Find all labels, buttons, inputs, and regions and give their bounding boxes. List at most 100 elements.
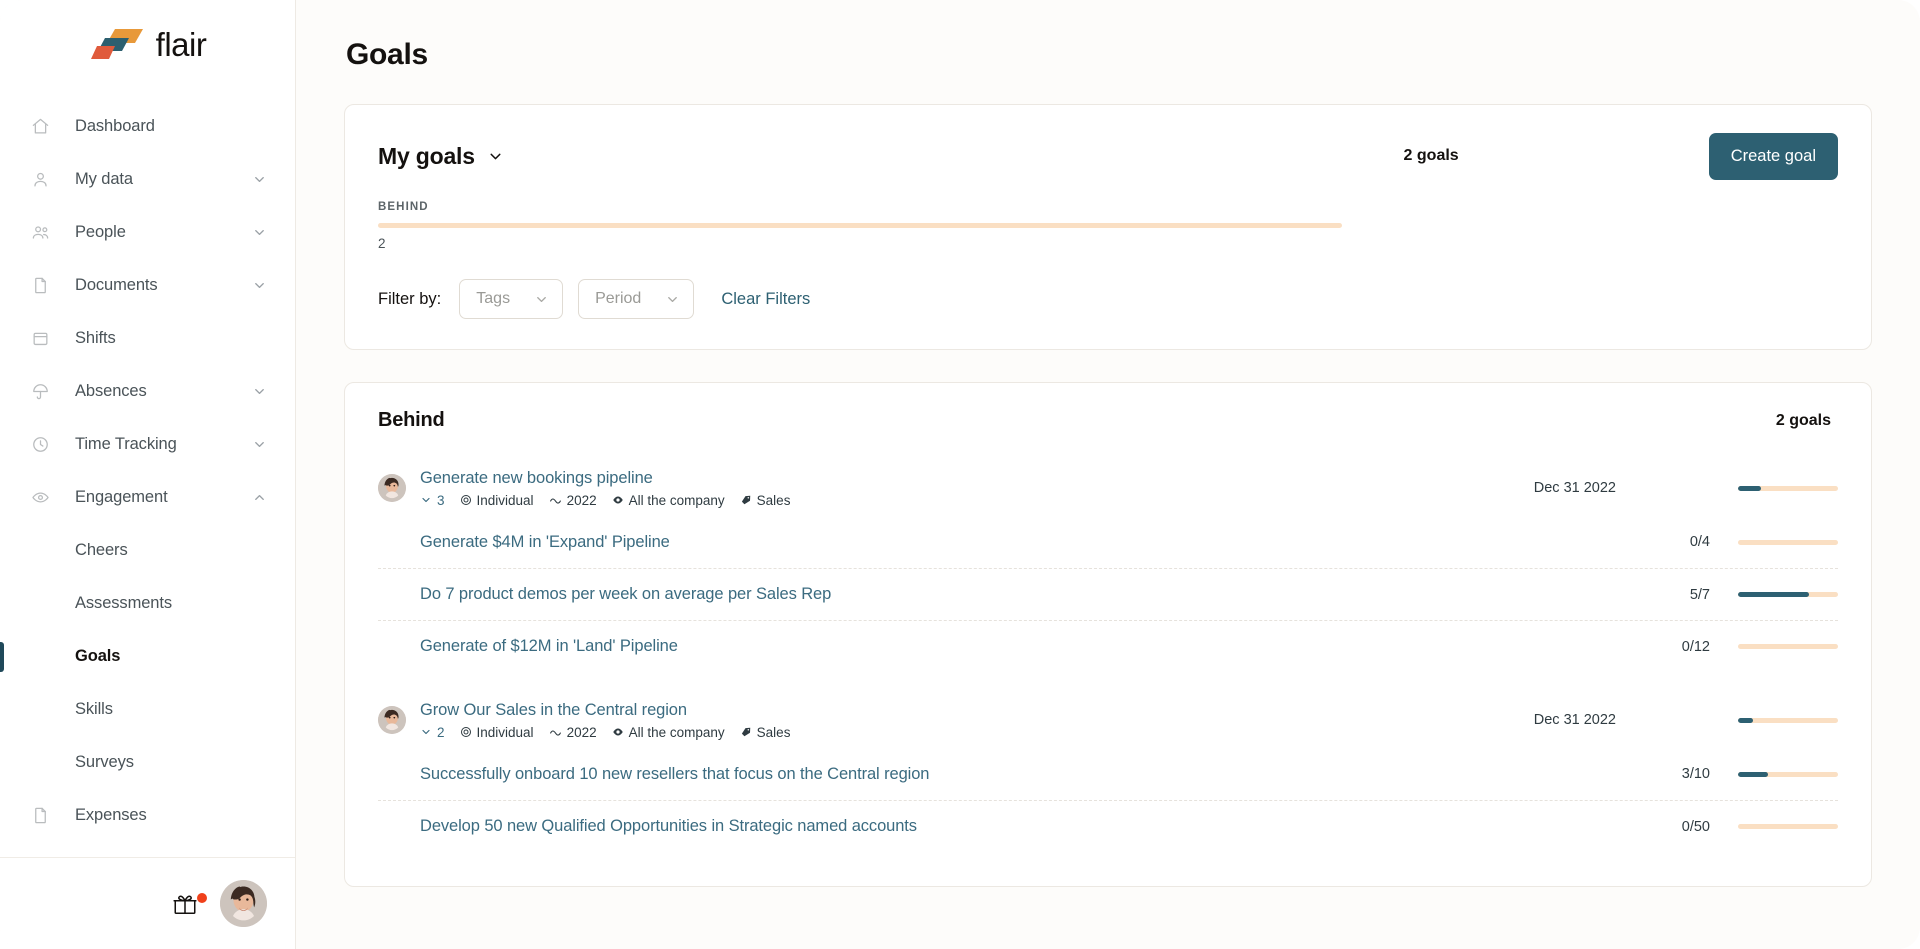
tag-icon [740, 494, 752, 506]
subgoal-progress-bar [1738, 539, 1838, 545]
eye-icon [612, 494, 624, 506]
chevron-down-icon[interactable] [252, 437, 267, 452]
wave-icon [549, 494, 562, 507]
goal-title[interactable]: Grow Our Sales in the Central region [420, 701, 1498, 720]
sidebar-item-documents[interactable]: Documents [0, 259, 295, 312]
tags-filter-select[interactable]: Tags [459, 279, 564, 319]
goal-period: 2022 [549, 493, 597, 508]
sidebar-item-label: Cheers [75, 541, 128, 559]
behind-stat-value: 2 [378, 236, 386, 251]
subgoal-progress-value: 0/4 [1689, 534, 1710, 550]
sidebar-item-label: My data [75, 170, 133, 188]
gift-icon[interactable] [172, 891, 207, 917]
user-avatar-image [220, 880, 267, 927]
subgoal-row[interactable]: Generate of $12M in 'Land' Pipeline 0/12 [378, 620, 1838, 672]
subgoal-row[interactable]: Do 7 product demos per week on average p… [378, 568, 1838, 620]
chevron-down-icon[interactable] [252, 384, 267, 399]
my-goals-dropdown[interactable]: My goals [378, 143, 504, 170]
sidebar-item-label: Shifts [75, 329, 116, 347]
subgoal-title[interactable]: Do 7 product demos per week on average p… [420, 585, 1498, 604]
avatar[interactable] [220, 880, 267, 927]
chevron-down-icon[interactable] [252, 225, 267, 240]
flair-logo-icon [90, 29, 143, 59]
goal-period-value: 2022 [566, 724, 597, 740]
goal-owner-type-value: Individual [476, 492, 534, 508]
sidebar-item-label: Surveys [75, 753, 134, 771]
brand-logo[interactable]: flair [0, 0, 295, 88]
sidebar-item-label: Expenses [75, 806, 147, 824]
goal-row[interactable]: Grow Our Sales in the Central region 2 I… [378, 692, 1838, 748]
sidebar-item-dashboard[interactable]: Dashboard [0, 100, 295, 153]
sidebar-item-shifts[interactable]: Shifts [0, 312, 295, 365]
subgoal-count-value: 2 [437, 724, 445, 740]
notification-dot [197, 892, 207, 903]
page-title: Goals [346, 38, 428, 71]
sidebar-nav: Dashboard My data People Documents Shift… [0, 88, 295, 857]
goal-period: 2022 [549, 725, 597, 740]
tag-icon [740, 726, 752, 738]
subgoal-progress-value: 0/12 [1681, 638, 1710, 655]
sidebar-item-workflows[interactable]: Workflows [0, 842, 295, 857]
sidebar-item-goals[interactable]: Goals [0, 630, 295, 683]
filter-row: Filter by: Tags Period Clear Filters [378, 279, 1838, 319]
subgoal-count[interactable]: 2 [420, 725, 445, 740]
goals-list-header: Behind 2 goals [378, 409, 1838, 440]
goal-date: Dec 31 2022 [1533, 480, 1616, 496]
sidebar-item-expenses[interactable]: Expenses [0, 789, 295, 842]
subgoal-row[interactable]: Develop 50 new Qualified Opportunities i… [378, 800, 1838, 852]
sidebar-item-time-tracking[interactable]: Time Tracking [0, 418, 295, 471]
home-icon [30, 117, 50, 137]
sidebar-item-assessments[interactable]: Assessments [0, 577, 295, 630]
subgoal-progress-bar [1738, 592, 1838, 597]
period-filter-value: Period [595, 290, 642, 307]
clear-filters-link[interactable]: Clear Filters [721, 290, 810, 309]
period-filter-select[interactable]: Period [578, 279, 695, 319]
subgoal-title[interactable]: Successfully onboard 10 new resellers th… [420, 765, 1498, 784]
my-goals-label: My goals [378, 142, 475, 169]
user-icon [30, 170, 50, 190]
chevron-down-icon [487, 148, 504, 165]
chevron-down-icon[interactable] [252, 278, 267, 293]
target-icon [460, 726, 472, 738]
goal-count: 2 goals [1403, 147, 1459, 164]
goal-period-value: 2022 [566, 492, 597, 508]
subgoal-title[interactable]: Generate of $12M in 'Land' Pipeline [420, 637, 1498, 656]
sidebar-item-label: Goals [75, 647, 121, 665]
subgoal-row[interactable]: Generate $4M in 'Expand' Pipeline 0/4 [378, 516, 1838, 568]
document-icon [30, 806, 50, 826]
goal-date: Dec 31 2022 [1533, 712, 1616, 728]
sidebar-item-absences[interactable]: Absences [0, 365, 295, 418]
subgoal-title[interactable]: Generate $4M in 'Expand' Pipeline [420, 533, 1498, 552]
goal-group: Grow Our Sales in the Central region 2 I… [378, 692, 1838, 852]
goals-summary-card: My goals 2 goals Create goal BEHIND 2 Fi… [344, 104, 1872, 350]
sidebar-item-engagement[interactable]: Engagement [0, 471, 295, 524]
subgoal-count-value: 3 [437, 492, 445, 508]
sidebar-item-skills[interactable]: Skills [0, 683, 295, 736]
subgoal-progress-value: 0/50 [1681, 818, 1710, 835]
goal-progress-bar [1738, 485, 1838, 491]
behind-stat: BEHIND 2 [378, 201, 1838, 251]
goal-row[interactable]: Generate new bookings pipeline 3 Individ… [378, 460, 1838, 516]
eye-icon [612, 726, 624, 738]
chevron-down-icon[interactable] [252, 172, 267, 187]
subgoal-row[interactable]: Successfully onboard 10 new resellers th… [378, 748, 1838, 800]
people-icon [30, 223, 50, 243]
sidebar-item-cheers[interactable]: Cheers [0, 524, 295, 577]
subgoal-count[interactable]: 3 [420, 493, 445, 508]
goal-group: Generate new bookings pipeline 3 Individ… [378, 460, 1838, 672]
goal-title[interactable]: Generate new bookings pipeline [420, 469, 1498, 488]
chevron-down-icon [665, 292, 680, 307]
subgoal-title[interactable]: Develop 50 new Qualified Opportunities i… [420, 817, 1498, 836]
create-goal-button[interactable]: Create goal [1708, 132, 1838, 180]
filter-by-label: Filter by: [378, 289, 442, 308]
avatar [378, 706, 406, 734]
chevron-up-icon[interactable] [252, 490, 267, 505]
sidebar-item-surveys[interactable]: Surveys [0, 736, 295, 789]
goal-meta: 2 Individual 2022 All the company Sales [420, 725, 1498, 740]
sidebar-item-my-data[interactable]: My data [0, 153, 295, 206]
sidebar-item-label: Absences [75, 382, 147, 400]
sidebar-item-people[interactable]: People [0, 206, 295, 259]
goal-tag-value: Sales [756, 724, 791, 740]
goal-tag: Sales [740, 493, 790, 508]
wave-icon [549, 726, 562, 739]
